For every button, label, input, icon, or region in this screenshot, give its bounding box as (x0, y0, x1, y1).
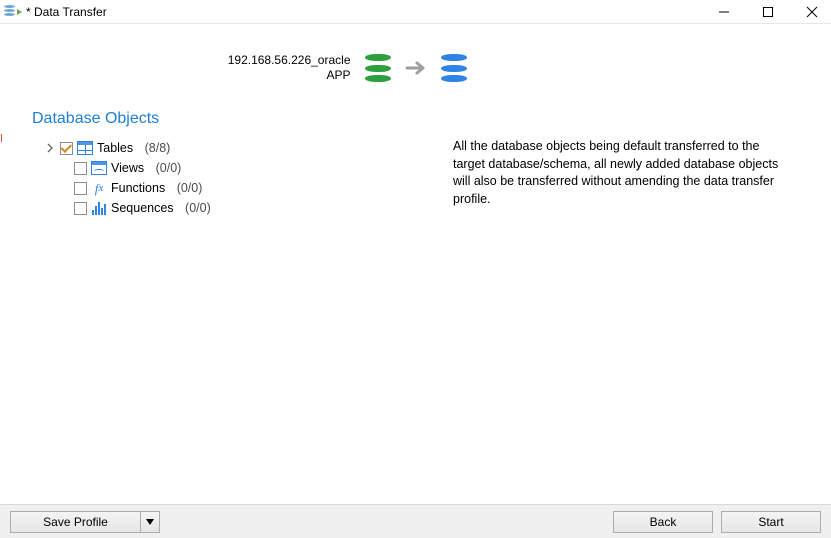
tree-node-tables[interactable]: Tables (8/8) (44, 138, 423, 158)
close-button[interactable] (793, 0, 831, 24)
function-icon: fx (91, 180, 107, 196)
save-profile-button[interactable]: Save Profile (10, 511, 140, 533)
tree-label-functions: Functions (111, 181, 165, 195)
arrow-right-icon (405, 60, 427, 76)
minimize-button[interactable] (705, 0, 743, 24)
tree-node-views[interactable]: Views (0/0) (44, 158, 423, 178)
back-button[interactable]: Back (613, 511, 713, 533)
database-source-icon (365, 54, 391, 82)
window-root: * Data Transfer 192.168.56.226_oracle AP… (0, 0, 831, 538)
tree-label-tables: Tables (97, 141, 133, 155)
window-title: * Data Transfer (26, 5, 107, 19)
chevron-right-icon[interactable] (44, 142, 56, 154)
database-target-icon[interactable] (441, 54, 467, 82)
start-label: Start (758, 515, 783, 529)
titlebar: * Data Transfer (0, 0, 831, 24)
back-label: Back (650, 515, 677, 529)
tree-label-sequences: Sequences (111, 201, 174, 215)
tree-count-tables: (8/8) (145, 141, 171, 155)
body-split: Tables (8/8) Views (0/0) (18, 138, 813, 504)
checkbox-sequences[interactable] (74, 202, 87, 215)
description-pane: All the database objects being default t… (423, 138, 813, 504)
tree-count-views: (0/0) (156, 161, 182, 175)
tree-count-sequences: (0/0) (185, 201, 211, 215)
maximize-button[interactable] (749, 0, 787, 24)
table-icon (77, 140, 93, 156)
object-tree: Tables (8/8) Views (0/0) (18, 138, 423, 504)
app-icon (4, 4, 20, 20)
source-name-line1: 192.168.56.226_oracle (201, 53, 351, 68)
tree-node-functions[interactable]: fx Functions (0/0) (44, 178, 423, 198)
checkbox-tables[interactable] (60, 142, 73, 155)
source-connection-label: 192.168.56.226_oracle APP (201, 53, 351, 83)
connection-row: 192.168.56.226_oracle APP (18, 46, 813, 90)
description-text: All the database objects being default t… (453, 138, 793, 208)
checkbox-functions[interactable] (74, 182, 87, 195)
footer-bar: Save Profile Back Start (0, 504, 831, 538)
source-name-line2: APP (201, 68, 351, 83)
sequence-icon (91, 200, 107, 216)
tree-count-functions: (0/0) (177, 181, 203, 195)
view-icon (91, 160, 107, 176)
save-profile-label: Save Profile (43, 515, 108, 529)
save-profile-dropdown[interactable] (140, 511, 160, 533)
save-profile-split-button: Save Profile (10, 511, 160, 533)
tree-label-views: Views (111, 161, 144, 175)
tree-node-sequences[interactable]: Sequences (0/0) (44, 198, 423, 218)
section-heading: Database Objects (32, 110, 813, 128)
checkbox-views[interactable] (74, 162, 87, 175)
content-area: 192.168.56.226_oracle APP Database Objec… (0, 24, 831, 504)
start-button[interactable]: Start (721, 511, 821, 533)
